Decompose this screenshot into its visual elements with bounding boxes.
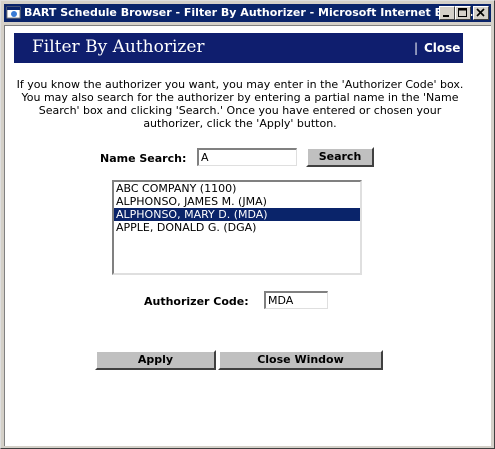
page-content: Filter By Authorizer | Close If you know…	[4, 25, 491, 446]
close-window-button[interactable]: Close Window	[218, 350, 383, 370]
apply-button[interactable]: Apply	[95, 350, 216, 370]
instructions-text: If you know the authorizer you want, you…	[16, 78, 464, 130]
authorizer-option[interactable]: ALPHONSO, MARY D. (MDA)	[114, 208, 360, 221]
authorizer-code-input[interactable]	[264, 291, 328, 309]
header-separator: |	[414, 41, 419, 55]
authorizer-option[interactable]: ABC COMPANY (1100)	[114, 182, 360, 195]
header-close-link[interactable]: Close	[424, 41, 460, 55]
maximize-icon	[458, 8, 467, 17]
name-search-label: Name Search:	[100, 152, 187, 165]
title-bar[interactable]: BART Schedule Browser - Filter By Author…	[4, 4, 491, 22]
page-header: Filter By Authorizer | Close	[14, 33, 463, 63]
minimize-button[interactable]	[439, 6, 455, 20]
authorizer-option[interactable]: ALPHONSO, JAMES M. (JMA)	[114, 195, 360, 208]
minimize-icon	[443, 15, 449, 17]
search-button[interactable]: Search	[306, 147, 374, 167]
name-search-input[interactable]	[197, 148, 297, 166]
close-window-x-button[interactable]	[473, 6, 489, 20]
browser-window: BART Schedule Browser - Filter By Author…	[0, 0, 495, 449]
page-title: Filter By Authorizer	[32, 37, 205, 57]
maximize-button[interactable]	[455, 6, 471, 20]
authorizer-listbox[interactable]: ABC COMPANY (1100) ALPHONSO, JAMES M. (JM…	[112, 180, 362, 275]
window-title: BART Schedule Browser - Filter By Author…	[24, 6, 474, 19]
authorizer-option[interactable]: APPLE, DONALD G. (DGA)	[114, 221, 360, 234]
authorizer-code-label: Authorizer Code:	[144, 295, 249, 308]
close-icon	[476, 8, 485, 17]
internet-explorer-icon	[6, 5, 22, 21]
